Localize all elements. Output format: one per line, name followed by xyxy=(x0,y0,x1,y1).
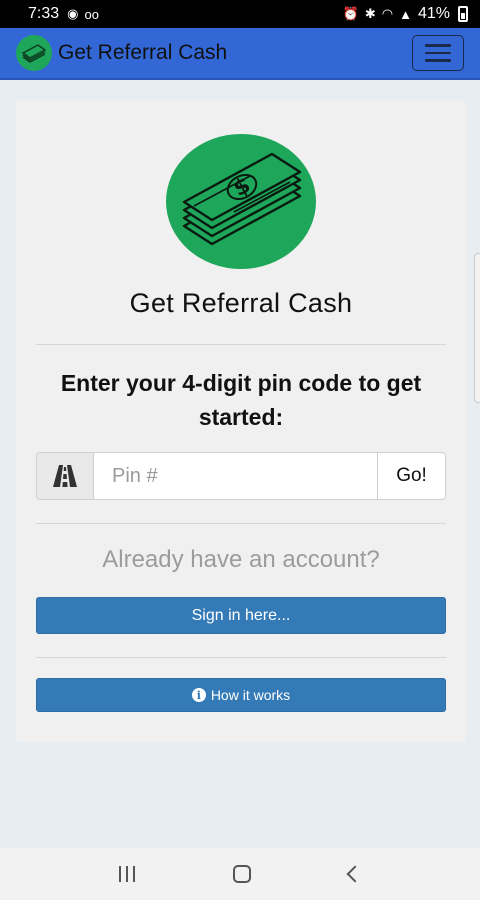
wifi-icon: ◠ xyxy=(381,6,394,21)
pin-input[interactable] xyxy=(93,452,378,500)
page-content: $ Get Referral Cash Enter your 4-digit p… xyxy=(0,80,480,848)
pin-prompt: Enter your 4-digit pin code to get start… xyxy=(60,370,422,430)
battery-icon xyxy=(458,6,468,22)
referral-card: $ Get Referral Cash Enter your 4-digit p… xyxy=(16,100,466,742)
navbar: Get Referral Cash xyxy=(0,28,480,80)
info-icon: i xyxy=(191,688,206,702)
go-button[interactable]: Go! xyxy=(378,452,446,500)
android-nav-bar xyxy=(0,848,480,900)
hamburger-icon xyxy=(425,44,451,47)
notification-icons: ◉ oo xyxy=(67,6,99,22)
signal-icon: ▲ xyxy=(399,6,412,22)
divider xyxy=(36,344,446,345)
already-account-text: Already have an account? xyxy=(102,546,380,573)
back-button[interactable] xyxy=(346,865,364,883)
sign-in-label: Sign in here... xyxy=(191,606,291,624)
battery-percent: 41% xyxy=(417,5,450,22)
home-button[interactable] xyxy=(233,865,251,883)
pin-input-group: Go! xyxy=(36,452,446,500)
status-bar: 7:33 ◉ oo ⏰ ✱ ◠ ▲ 41% xyxy=(0,0,480,28)
divider xyxy=(36,523,446,524)
how-it-works-label: How it works xyxy=(210,687,291,703)
alarm-icon: ⏰ xyxy=(342,6,359,21)
voicemail-icon: oo xyxy=(84,6,99,22)
sign-in-button[interactable]: Sign in here... xyxy=(36,597,446,634)
status-time: 7:33 xyxy=(28,5,60,22)
bluetooth-icon: ✱ xyxy=(364,6,376,21)
money-stack-icon: $ xyxy=(166,134,316,269)
hamburger-menu-button[interactable] xyxy=(412,35,464,71)
how-it-works-button[interactable]: i How it works xyxy=(36,678,446,712)
scroll-handle[interactable] xyxy=(474,253,480,403)
road-icon xyxy=(36,452,93,500)
divider xyxy=(36,657,446,658)
system-icons: ⏰ ✱ ◠ ▲ 41% xyxy=(343,5,468,23)
chat-icon: ◉ xyxy=(67,6,79,21)
money-stack-icon[interactable] xyxy=(16,35,52,71)
card-title: Get Referral Cash xyxy=(129,288,353,318)
navbar-title[interactable]: Get Referral Cash xyxy=(58,41,227,65)
recents-button[interactable] xyxy=(119,866,135,882)
